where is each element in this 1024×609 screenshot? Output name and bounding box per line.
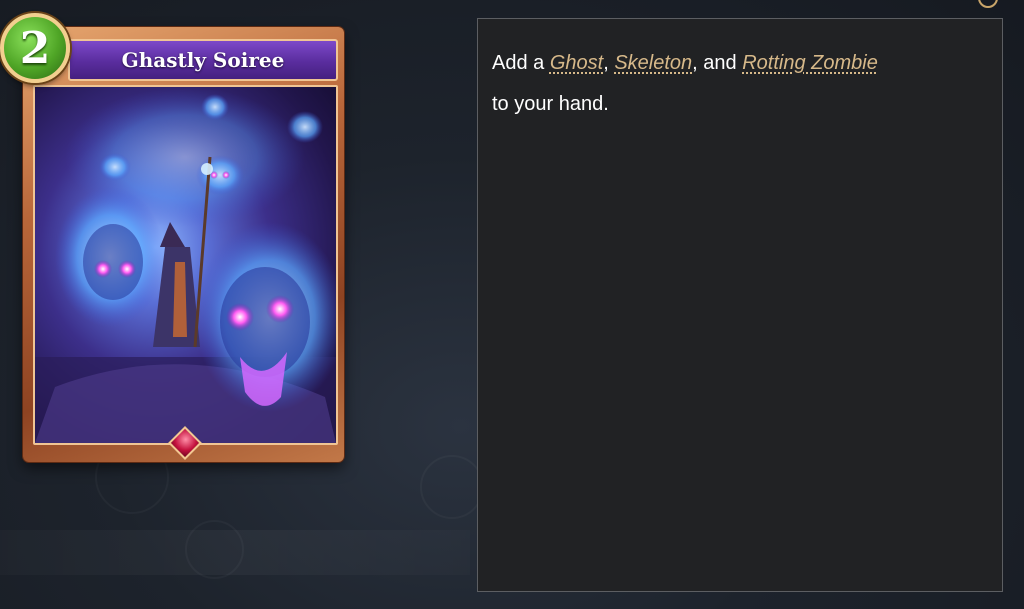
ghost-skull-art-icon bbox=[35, 87, 336, 443]
card-art bbox=[33, 85, 338, 445]
background-band bbox=[0, 530, 470, 575]
mana-cost-badge: 2 bbox=[0, 13, 70, 83]
background-ornament bbox=[420, 455, 484, 519]
mana-cost-value: 2 bbox=[19, 22, 51, 74]
description-separator: , and bbox=[692, 52, 743, 74]
keyword-ghost-link[interactable]: Ghost bbox=[550, 52, 603, 74]
description-suffix: to your hand. bbox=[492, 93, 609, 115]
card[interactable]: Ghastly Soiree bbox=[23, 27, 344, 462]
card-title: Ghastly Soiree bbox=[68, 39, 338, 81]
keyword-skeleton-link[interactable]: Skeleton bbox=[614, 52, 692, 74]
card-description-panel: Add a Ghost, Skeleton, and Rotting Zombi… bbox=[477, 18, 1003, 592]
card-description-text: Add a Ghost, Skeleton, and Rotting Zombi… bbox=[492, 43, 988, 125]
card-name: Ghastly Soiree bbox=[121, 48, 285, 72]
keyword-rotting-zombie-link[interactable]: Rotting Zombie bbox=[742, 52, 878, 74]
corner-circle-icon[interactable] bbox=[978, 0, 998, 8]
description-separator: , bbox=[603, 52, 615, 74]
description-prefix: Add a bbox=[492, 52, 550, 74]
